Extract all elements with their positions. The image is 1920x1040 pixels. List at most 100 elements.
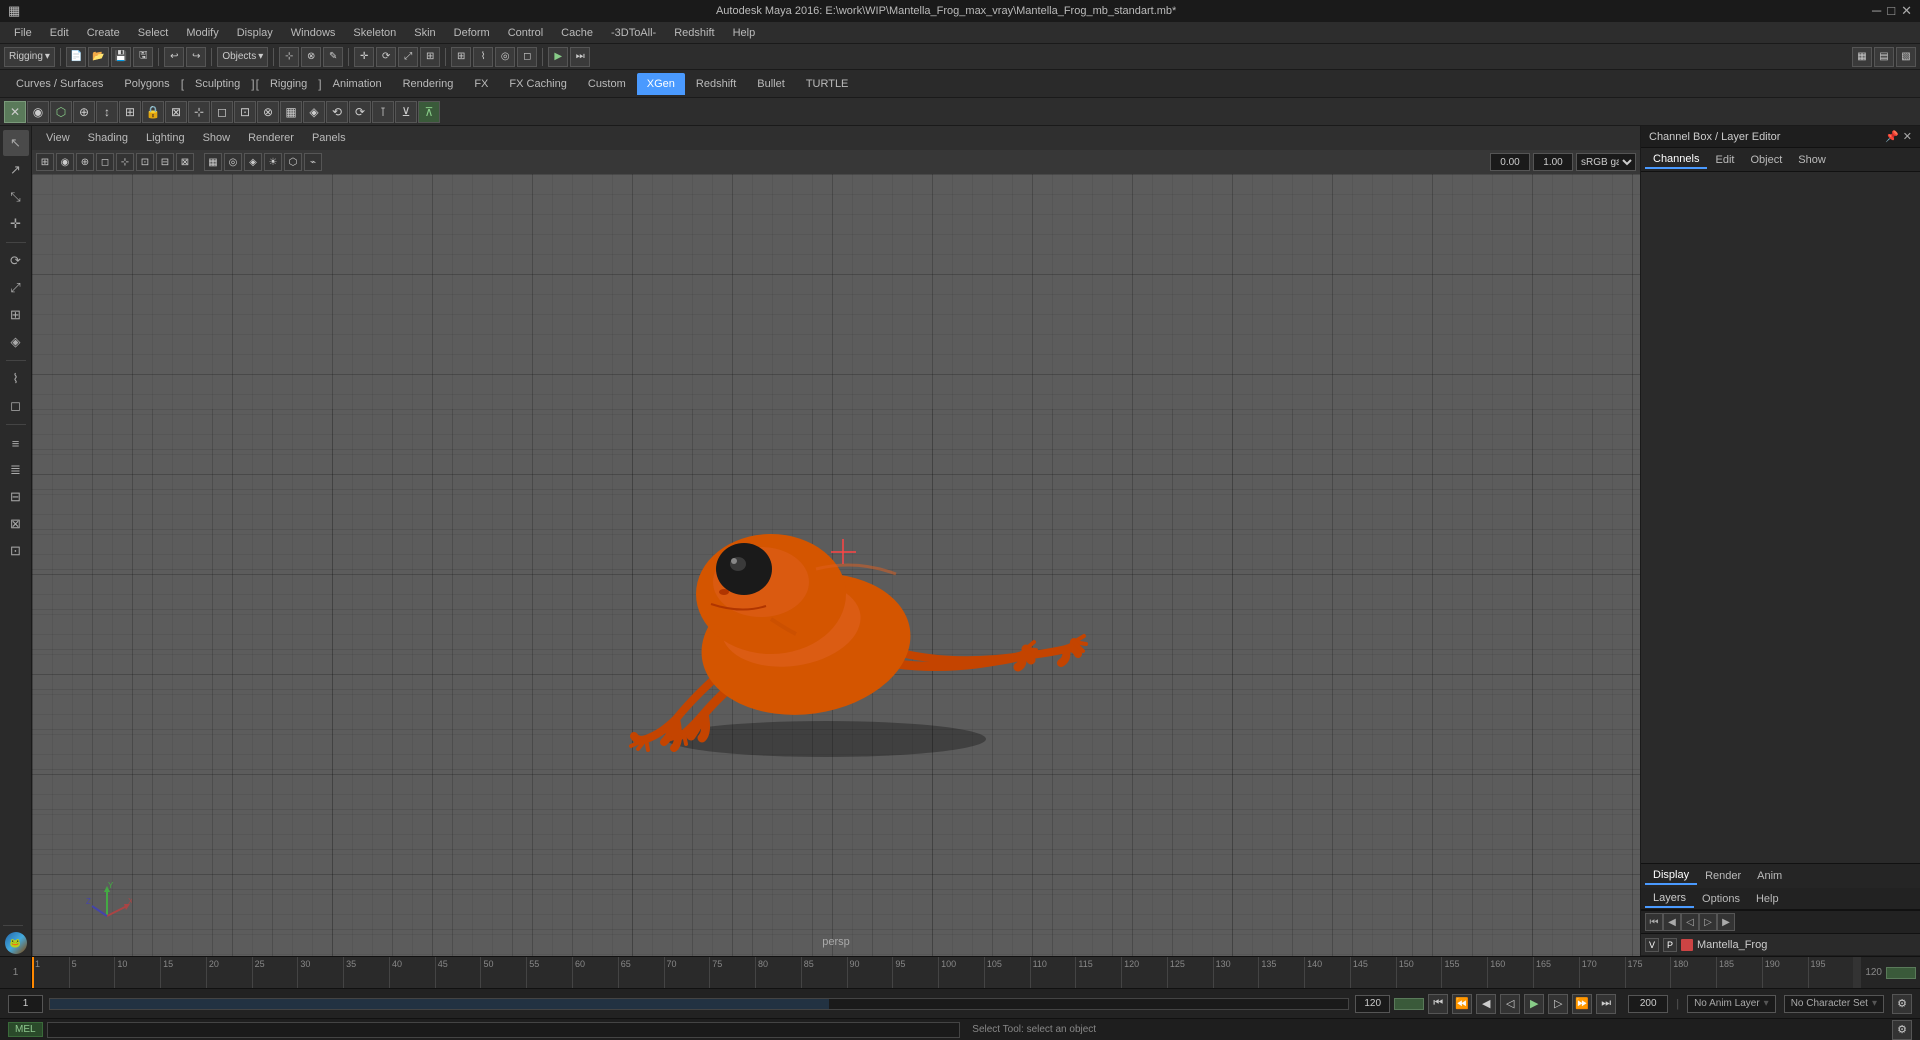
menu-file[interactable]: File <box>6 25 40 41</box>
tab-layers[interactable]: Layers <box>1645 890 1694 908</box>
move-tool-side[interactable]: ✛ <box>3 211 29 237</box>
soft-mod-tool[interactable]: ◈ <box>3 329 29 355</box>
vp-btn-8[interactable]: ⊠ <box>176 153 194 171</box>
vp-menu-view[interactable]: View <box>38 130 78 146</box>
layer-item-mantella-frog[interactable]: V P Mantella_Frog <box>1641 934 1920 956</box>
icon9-btn[interactable]: ⊹ <box>188 101 210 123</box>
prev-frame-button[interactable]: ◀ <box>1476 994 1496 1014</box>
prev-key-button[interactable]: ⏪ <box>1452 994 1472 1014</box>
tab-animation[interactable]: Animation <box>323 73 392 95</box>
jump-start-button[interactable]: ⏮ <box>1428 994 1448 1014</box>
vp-gamma-input[interactable] <box>1533 153 1573 171</box>
lasso-button[interactable]: ⊗ <box>301 47 321 67</box>
max-frame-input[interactable] <box>1628 995 1668 1013</box>
menu-skeleton[interactable]: Skeleton <box>345 25 404 41</box>
snap-tool-3[interactable]: ⊟ <box>3 484 29 510</box>
menu-create[interactable]: Create <box>79 25 128 41</box>
play-back-button[interactable]: ◁ <box>1500 994 1520 1014</box>
right-panel-btn-1[interactable]: ▦ <box>1852 47 1872 67</box>
icon14-btn[interactable]: ◈ <box>303 101 325 123</box>
tab-redshift[interactable]: Redshift <box>686 73 746 95</box>
snap-surface-button[interactable]: ◻ <box>517 47 537 67</box>
menu-windows[interactable]: Windows <box>283 25 344 41</box>
menu-redshift[interactable]: Redshift <box>666 25 722 41</box>
vp-aa-btn[interactable]: ⌁ <box>304 153 322 171</box>
menu-cache[interactable]: Cache <box>553 25 601 41</box>
tab-show[interactable]: Show <box>1790 152 1834 168</box>
tab-rigging[interactable]: Rigging <box>260 73 317 95</box>
next-frame-button[interactable]: ▷ <box>1548 994 1568 1014</box>
tab-render[interactable]: Render <box>1697 868 1749 884</box>
close-button[interactable]: ✕ <box>1901 3 1912 19</box>
jump-end-button[interactable]: ⏭ <box>1596 994 1616 1014</box>
menu-select[interactable]: Select <box>130 25 177 41</box>
snap-grid-button[interactable]: ⊞ <box>451 47 471 67</box>
menu-help[interactable]: Help <box>725 25 764 41</box>
vp-btn-2[interactable]: ◉ <box>56 153 74 171</box>
icon13-btn[interactable]: ▦ <box>280 101 302 123</box>
viewport-canvas[interactable]: Y X Z persp <box>32 174 1640 956</box>
redo-button[interactable]: ↪ <box>186 47 206 67</box>
tab-display[interactable]: Display <box>1645 867 1697 885</box>
snap-tool-1[interactable]: ≡ <box>3 430 29 456</box>
icon19-btn[interactable]: ⊼ <box>418 101 440 123</box>
menu-modify[interactable]: Modify <box>178 25 226 41</box>
snap-tool-4[interactable]: ⊠ <box>3 511 29 537</box>
tab-options[interactable]: Options <box>1694 891 1748 907</box>
tab-bullet[interactable]: Bullet <box>747 73 795 95</box>
rotate-tool-side[interactable]: ⟳ <box>3 248 29 274</box>
vp-menu-renderer[interactable]: Renderer <box>240 130 302 146</box>
undo-button[interactable]: ↩ <box>164 47 184 67</box>
vp-menu-panels[interactable]: Panels <box>304 130 354 146</box>
eye-icon-btn[interactable]: ◉ <box>27 101 49 123</box>
render-sequence-button[interactable]: ⏭ <box>570 47 590 67</box>
tab-edit[interactable]: Edit <box>1707 152 1742 168</box>
vp-exposure-input[interactable] <box>1490 153 1530 171</box>
minimize-button[interactable]: ─ <box>1872 3 1881 19</box>
layers-btn-3[interactable]: ◁ <box>1681 913 1699 931</box>
icon16-btn[interactable]: ⟳ <box>349 101 371 123</box>
layers-btn-5[interactable]: ▶ <box>1717 913 1735 931</box>
paint-button[interactable]: ✎ <box>323 47 343 67</box>
icon11-btn[interactable]: ⊡ <box>234 101 256 123</box>
vp-solid-btn[interactable]: ◈ <box>244 153 262 171</box>
right-panel-btn-3[interactable]: ▧ <box>1896 47 1916 67</box>
layers-btn-4[interactable]: ▷ <box>1699 913 1717 931</box>
range-end-input[interactable] <box>1355 995 1390 1013</box>
tab-object[interactable]: Object <box>1742 152 1790 168</box>
new-scene-button[interactable]: 📄 <box>66 47 86 67</box>
layers-btn-2[interactable]: ◀ <box>1663 913 1681 931</box>
snap-tool-5[interactable]: ⊡ <box>3 538 29 564</box>
objects-dropdown[interactable]: Objects ▾ <box>217 47 268 67</box>
vp-light-btn[interactable]: ☀ <box>264 153 282 171</box>
transform-tool-button[interactable]: ⊞ <box>420 47 440 67</box>
menu-edit[interactable]: Edit <box>42 25 77 41</box>
open-scene-button[interactable]: 📂 <box>88 47 108 67</box>
vp-wire-btn[interactable]: ◎ <box>224 153 242 171</box>
current-frame-input[interactable] <box>8 995 43 1013</box>
tab-fx-caching[interactable]: FX Caching <box>499 73 576 95</box>
menu-deform[interactable]: Deform <box>446 25 498 41</box>
icon5-btn[interactable]: ↕ <box>96 101 118 123</box>
status-settings-button[interactable]: ⚙ <box>1892 1020 1912 1040</box>
icon18-btn[interactable]: ⊻ <box>395 101 417 123</box>
vp-shadow-btn[interactable]: ⬡ <box>284 153 302 171</box>
render-button[interactable]: ▶ <box>548 47 568 67</box>
icon7-btn[interactable]: 🔒 <box>142 101 164 123</box>
tab-anim[interactable]: Anim <box>1749 868 1790 884</box>
icon8-btn[interactable]: ⊠ <box>165 101 187 123</box>
scale-tool-side[interactable]: ⤢ <box>3 275 29 301</box>
tab-channels[interactable]: Channels <box>1645 151 1707 169</box>
tab-polygons[interactable]: Polygons <box>114 73 179 95</box>
vp-menu-shading[interactable]: Shading <box>80 130 136 146</box>
timeline-ruler[interactable]: 1510152025303540455055606570758085909510… <box>32 957 1853 988</box>
maximize-button[interactable]: □ <box>1887 3 1895 19</box>
tab-help[interactable]: Help <box>1748 891 1787 907</box>
scale-tool-button[interactable]: ⤢ <box>398 47 418 67</box>
menu-control[interactable]: Control <box>500 25 551 41</box>
mesh-icon-btn[interactable]: ⬡ <box>50 101 72 123</box>
vp-btn-4[interactable]: ◻ <box>96 153 114 171</box>
vp-menu-lighting[interactable]: Lighting <box>138 130 193 146</box>
tab-turtle[interactable]: TURTLE <box>796 73 859 95</box>
vp-btn-5[interactable]: ⊹ <box>116 153 134 171</box>
